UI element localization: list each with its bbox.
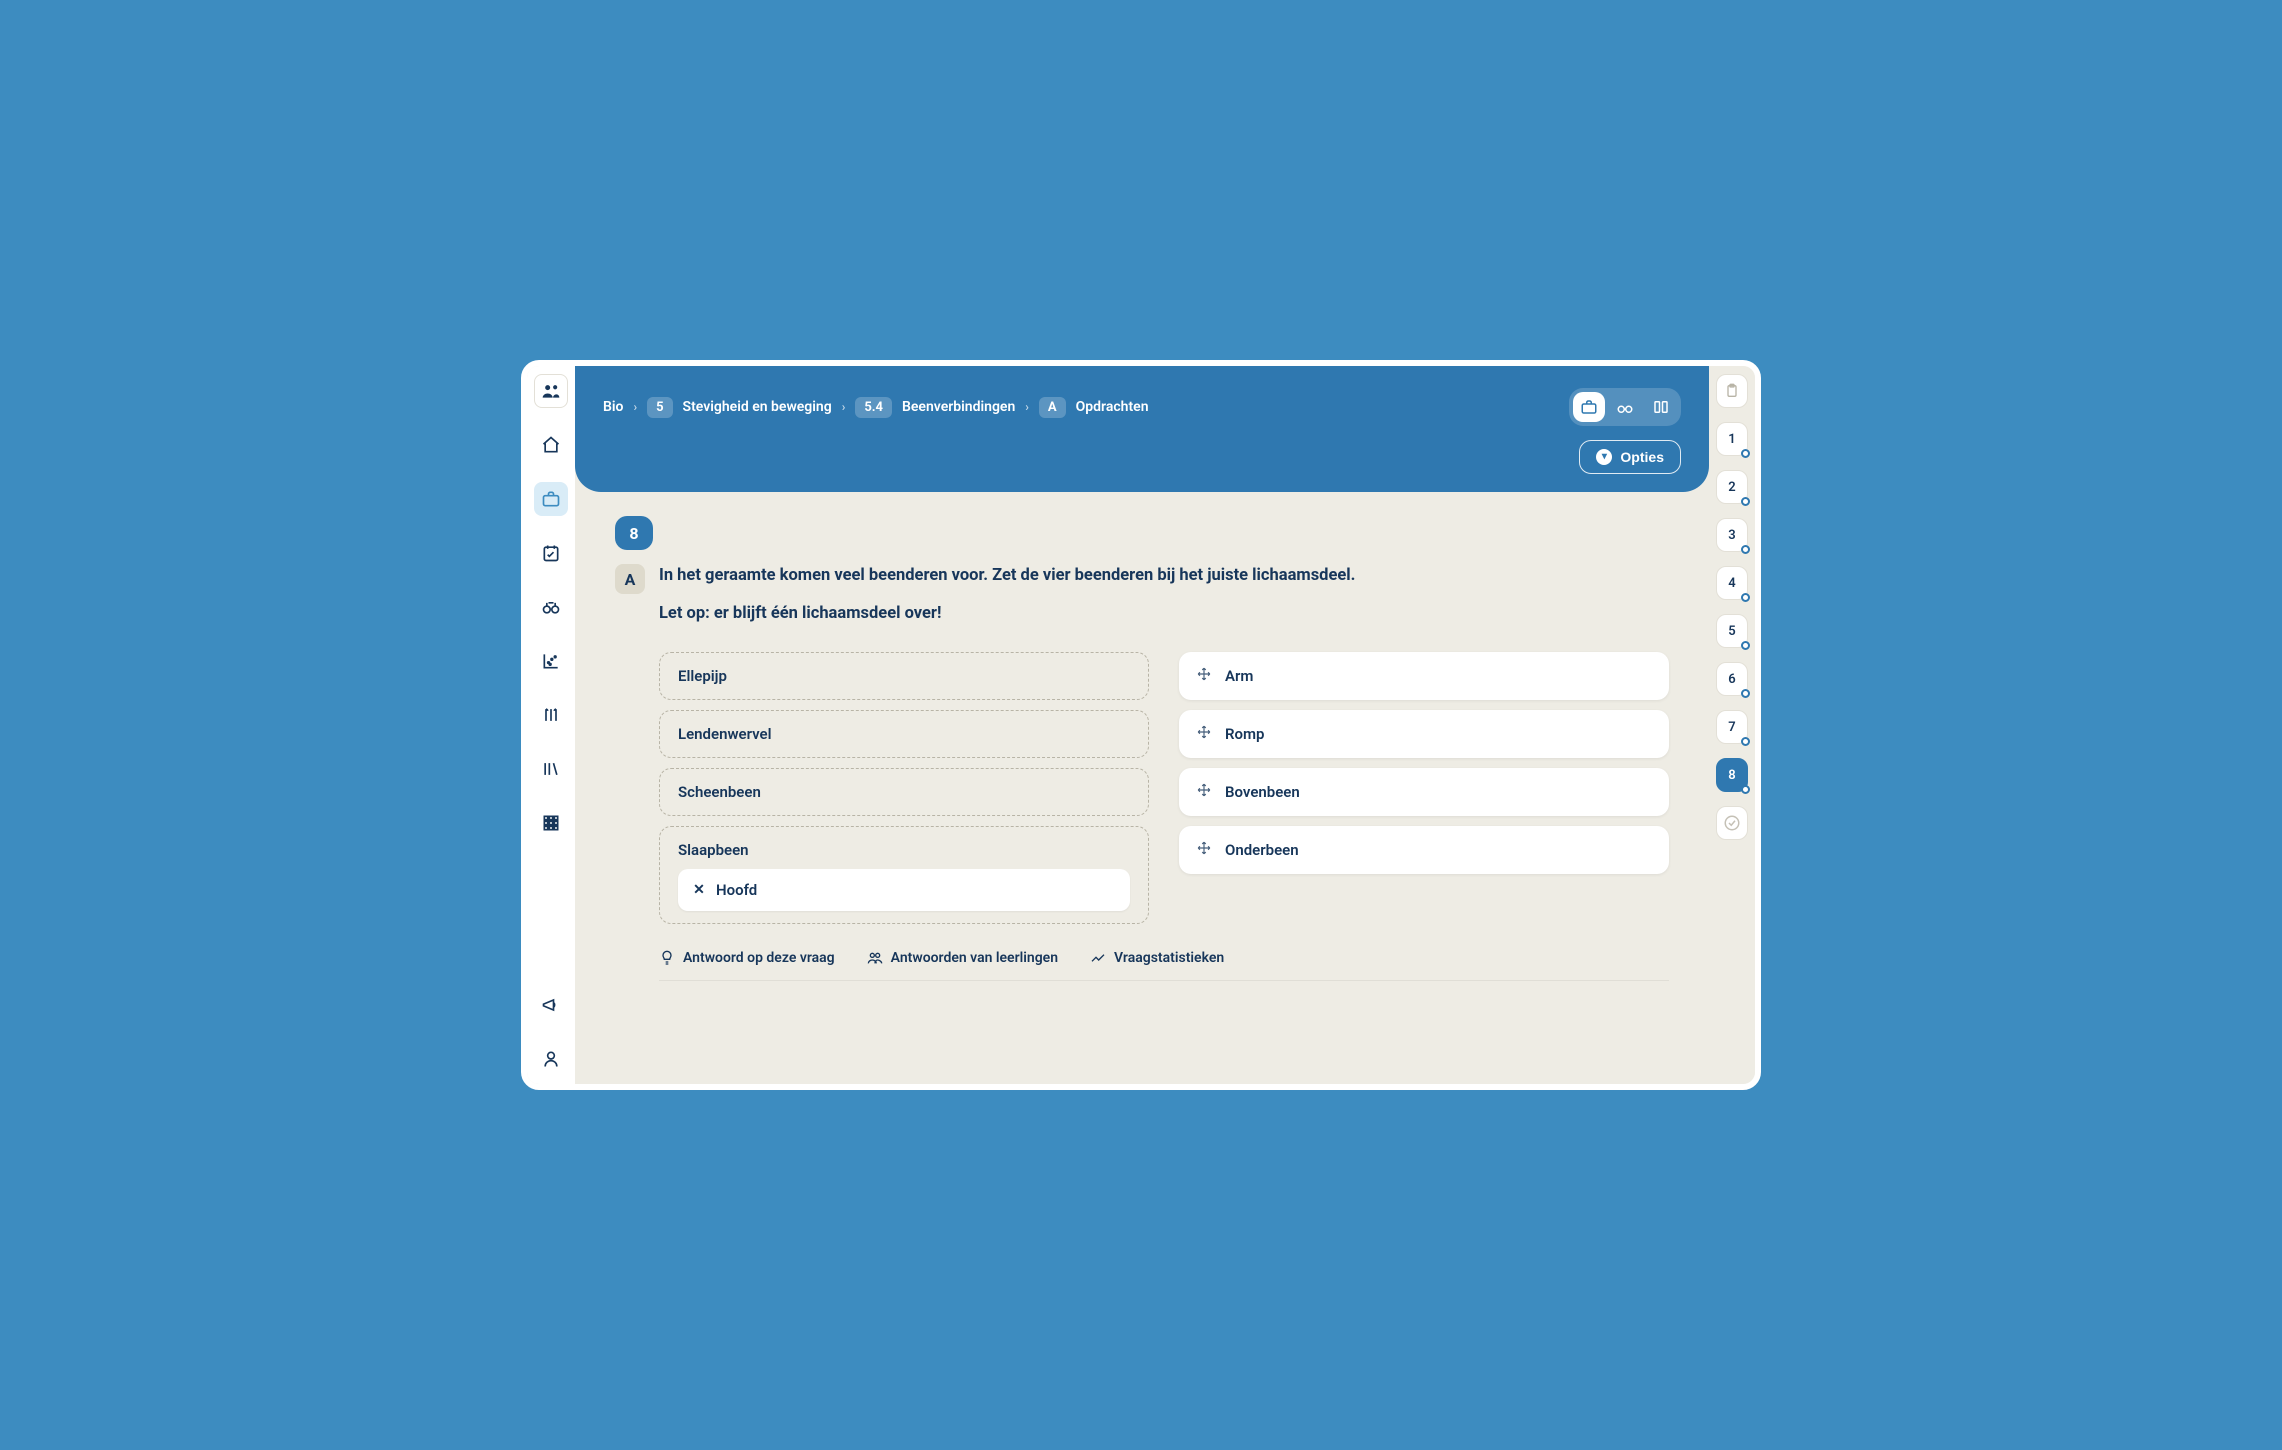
header: Bio › 5 Stevigheid en beweging › 5.4 Bee… xyxy=(575,366,1709,492)
briefcase-icon[interactable] xyxy=(534,482,568,516)
avatar-icon[interactable] xyxy=(534,1042,568,1076)
crumb-part-title[interactable]: Opdrachten xyxy=(1076,399,1149,415)
drag-item[interactable]: Romp xyxy=(1179,710,1669,758)
view-mode-toggle xyxy=(1569,388,1681,426)
dropzone[interactable]: Lendenwervel xyxy=(659,710,1149,758)
options-label: Opties xyxy=(1620,449,1664,465)
status-dot xyxy=(1741,497,1750,506)
question-nav-item[interactable]: 8 xyxy=(1716,758,1748,792)
main: Bio › 5 Stevigheid en beweging › 5.4 Bee… xyxy=(575,366,1709,1084)
drag-item[interactable]: Arm xyxy=(1179,652,1669,700)
dropzone-label: Lendenwervel xyxy=(678,725,1130,743)
done-check-icon[interactable] xyxy=(1716,806,1748,840)
move-icon xyxy=(1197,725,1211,743)
remove-icon[interactable]: ✕ xyxy=(692,882,706,898)
chevron-right-icon: › xyxy=(633,400,637,414)
question-letter-badge: A xyxy=(615,564,645,594)
clipboard-icon[interactable] xyxy=(1716,374,1748,408)
megaphone-icon[interactable] xyxy=(534,988,568,1022)
binoculars-icon[interactable] xyxy=(534,590,568,624)
crumb-chapter-num[interactable]: 5 xyxy=(647,397,672,418)
question-line1: In het geraamte komen veel beenderen voo… xyxy=(659,562,1355,590)
drag-match-area: Ellepijp Lendenwervel Scheenbeen Slaapbeen ✕… xyxy=(659,652,1669,924)
status-dot xyxy=(1741,737,1750,746)
question-nav-item[interactable]: 7 xyxy=(1716,710,1748,744)
status-dot xyxy=(1741,785,1750,794)
status-dot xyxy=(1741,641,1750,650)
dropzone[interactable]: Scheenbeen xyxy=(659,768,1149,816)
drag-item[interactable]: Bovenbeen xyxy=(1179,768,1669,816)
question-nav-item[interactable]: 5 xyxy=(1716,614,1748,648)
grid-icon[interactable] xyxy=(534,806,568,840)
chart-scatter-icon[interactable] xyxy=(534,644,568,678)
chevron-right-icon: › xyxy=(1025,400,1029,414)
move-icon xyxy=(1197,783,1211,801)
drag-item[interactable]: Onderbeen xyxy=(1179,826,1669,874)
mode-briefcase-button[interactable] xyxy=(1573,392,1605,422)
chevron-right-icon: › xyxy=(842,400,846,414)
stats-label: Vraagstatistieken xyxy=(1114,950,1224,966)
group-icon[interactable] xyxy=(534,374,568,408)
question-text: In het geraamte komen veel beenderen voo… xyxy=(659,562,1355,628)
mode-binoculars-button[interactable] xyxy=(1609,392,1641,422)
question-nav-item[interactable]: 3 xyxy=(1716,518,1748,552)
answer-link[interactable]: Antwoord op deze vraag xyxy=(659,950,835,966)
question-nav-item[interactable]: 6 xyxy=(1716,662,1748,696)
question-nav-item[interactable]: 2 xyxy=(1716,470,1748,504)
question-footer-links: Antwoord op deze vraag Antwoorden van le… xyxy=(659,950,1669,981)
sidebar-left xyxy=(527,366,575,1084)
options-button[interactable]: ▾ Opties xyxy=(1579,440,1681,474)
placed-item[interactable]: ✕ Hoofd xyxy=(678,869,1130,911)
crumb-section-num[interactable]: 5.4 xyxy=(855,397,892,418)
dropzone[interactable]: Ellepijp xyxy=(659,652,1149,700)
sidebar-right: 1 2 3 4 5 6 7 8 xyxy=(1709,366,1755,1084)
app-frame: Bio › 5 Stevigheid en beweging › 5.4 Bee… xyxy=(521,360,1761,1090)
dropzone-label: Slaapbeen xyxy=(678,841,1130,859)
drag-item-label: Romp xyxy=(1225,725,1265,743)
move-icon xyxy=(1197,841,1211,859)
dropzone-label: Ellepijp xyxy=(678,667,1130,685)
status-dot xyxy=(1741,545,1750,554)
question-nav-item[interactable]: 4 xyxy=(1716,566,1748,600)
content: 8 A In het geraamte komen veel beenderen… xyxy=(575,492,1709,1001)
placed-item-label: Hoofd xyxy=(716,881,757,899)
crumb-chapter-title[interactable]: Stevigheid en beweging xyxy=(683,399,832,415)
student-answers-label: Antwoorden van leerlingen xyxy=(891,950,1058,966)
stats-link[interactable]: Vraagstatistieken xyxy=(1090,950,1224,966)
status-dot xyxy=(1741,593,1750,602)
crumb-section-title[interactable]: Beenverbindingen xyxy=(902,399,1015,415)
calendar-check-icon[interactable] xyxy=(534,536,568,570)
library-icon[interactable] xyxy=(534,752,568,786)
status-dot xyxy=(1741,449,1750,458)
drag-item-label: Onderbeen xyxy=(1225,841,1299,859)
mode-columns-button[interactable] xyxy=(1645,392,1677,422)
crumb-subject[interactable]: Bio xyxy=(603,399,623,415)
question-nav-item[interactable]: 1 xyxy=(1716,422,1748,456)
columns-icon[interactable] xyxy=(534,698,568,732)
home-icon[interactable] xyxy=(534,428,568,462)
question-line2: Let op: er blijft één lichaamsdeel over! xyxy=(659,600,1355,628)
student-answers-link[interactable]: Antwoorden van leerlingen xyxy=(867,950,1058,966)
dropzone-label: Scheenbeen xyxy=(678,783,1130,801)
answer-link-label: Antwoord op deze vraag xyxy=(683,950,835,966)
question-head: A In het geraamte komen veel beenderen v… xyxy=(615,562,1669,628)
breadcrumb: Bio › 5 Stevigheid en beweging › 5.4 Bee… xyxy=(603,397,1149,418)
status-dot xyxy=(1741,689,1750,698)
draggables: Arm Romp Bovenbeen Onderbeen xyxy=(1179,652,1669,924)
crumb-part-letter[interactable]: A xyxy=(1039,397,1066,418)
drag-item-label: Arm xyxy=(1225,667,1253,685)
drag-item-label: Bovenbeen xyxy=(1225,783,1300,801)
question-number-badge: 8 xyxy=(615,516,653,550)
chevron-down-icon: ▾ xyxy=(1596,449,1612,465)
move-icon xyxy=(1197,667,1211,685)
dropzone[interactable]: Slaapbeen ✕ Hoofd xyxy=(659,826,1149,924)
dropzones: Ellepijp Lendenwervel Scheenbeen Slaapbeen ✕… xyxy=(659,652,1149,924)
